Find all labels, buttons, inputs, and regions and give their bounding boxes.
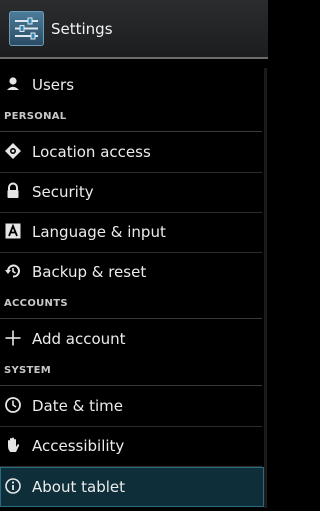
location-target-icon <box>4 142 22 160</box>
settings-item-label: About tablet <box>32 478 125 496</box>
add-account-button[interactable]: Add account <box>0 319 268 359</box>
settings-item-language-input[interactable]: Language & input <box>0 212 268 252</box>
section-header-system: SYSTEM <box>0 360 262 386</box>
section-header-personal: PERSONAL <box>0 106 262 132</box>
user-icon <box>4 75 22 93</box>
hand-icon <box>4 436 22 454</box>
lock-icon <box>4 182 22 200</box>
scrollbar[interactable] <box>264 68 267 508</box>
settings-item-label: Date & time <box>32 397 123 415</box>
settings-item-backup-reset[interactable]: Backup & reset <box>0 252 268 292</box>
settings-item-label: Location access <box>32 143 151 161</box>
keyboard-a-icon <box>4 222 22 240</box>
page-title: Settings <box>51 20 113 38</box>
plus-icon <box>4 329 22 347</box>
settings-item-label: Security <box>32 183 94 201</box>
section-label: ACCOUNTS <box>4 298 68 309</box>
settings-item-users[interactable]: Users <box>0 65 268 105</box>
section-label: PERSONAL <box>4 111 67 122</box>
settings-item-accessibility[interactable]: Accessibility <box>0 426 268 466</box>
settings-item-security[interactable]: Security <box>0 172 268 212</box>
settings-item-label: Backup & reset <box>32 263 147 281</box>
settings-item-label: Language & input <box>32 223 166 241</box>
settings-item-location-access[interactable]: Location access <box>0 132 268 172</box>
action-bar: Settings <box>0 0 268 59</box>
clock-icon <box>4 396 22 414</box>
section-header-accounts: ACCOUNTS <box>0 293 262 319</box>
section-label: SYSTEM <box>4 365 52 376</box>
settings-item-label: Accessibility <box>32 437 125 455</box>
info-icon <box>4 477 22 495</box>
settings-sliders-icon[interactable] <box>9 11 44 46</box>
settings-item-about-tablet[interactable]: About tablet <box>0 467 264 507</box>
restore-icon <box>4 262 22 280</box>
settings-item-label: Users <box>32 76 75 94</box>
settings-item-label: Add account <box>32 330 126 348</box>
settings-item-date-time[interactable]: Date & time <box>0 386 268 426</box>
